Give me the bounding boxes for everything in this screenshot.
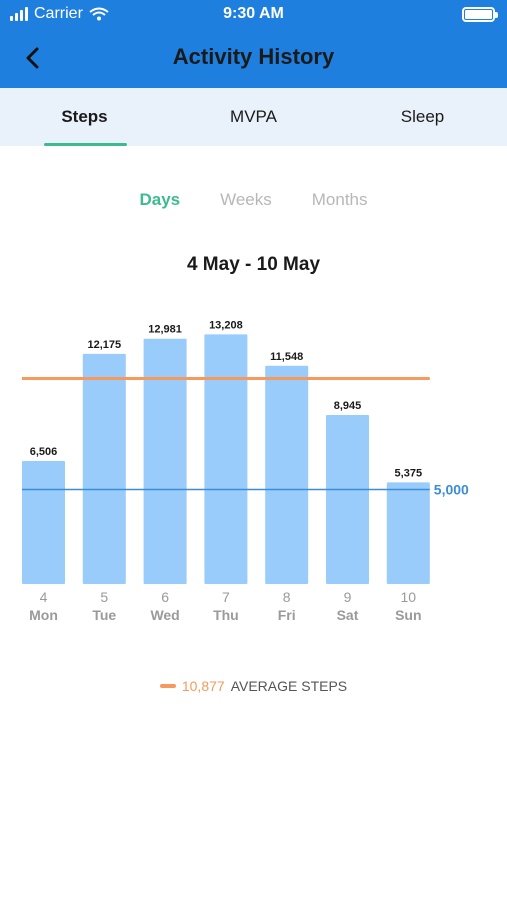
bar-value-label: 6,506 — [30, 446, 58, 458]
x-tick-day-number: 7 — [222, 589, 230, 605]
x-tick-day-name: Sat — [337, 607, 359, 623]
bar-value-label: 5,375 — [395, 467, 423, 479]
goal-line-label: 5,000 — [434, 482, 469, 498]
average-swatch — [159, 684, 176, 688]
steps-bar-chart: 6,506 4 Mon 12,175 5 Tue 12,981 6 Wed 13,208 7 Thu 1… — [22, 319, 469, 623]
bar-value-label: 12,175 — [87, 339, 121, 351]
page-title: Activity History — [172, 44, 335, 69]
bar-thu — [204, 334, 248, 584]
bar-sat — [326, 414, 369, 584]
x-tick-day-name: Wed — [150, 607, 179, 623]
x-tick-day-number: 9 — [344, 589, 352, 605]
average-value: 10,877 — [181, 678, 225, 694]
app-header: Carrier 9:30 AM Activity History — [0, 0, 507, 88]
x-tick-day-name: Fri — [278, 607, 296, 623]
status-bar: Carrier 9:30 AM — [0, 0, 507, 28]
x-tick-day-number: 4 — [40, 589, 48, 605]
bar-wed — [143, 338, 187, 584]
bar-value-label: 11,548 — [270, 351, 303, 363]
x-tick-day-number: 5 — [100, 589, 108, 605]
range-weeks[interactable]: Weeks — [220, 190, 272, 210]
bar-mon — [22, 461, 65, 584]
bar-value-label: 8,945 — [334, 400, 362, 412]
average-label: AVERAGE STEPS — [230, 678, 348, 694]
range-months[interactable]: Months — [312, 190, 368, 210]
tab-steps[interactable]: Steps — [0, 88, 169, 146]
bar-value-label: 13,208 — [209, 319, 243, 331]
average-legend: 10,877 AVERAGE STEPS — [0, 678, 507, 694]
tab-mvpa[interactable]: MVPA — [169, 88, 338, 146]
bar-value-label: 12,981 — [148, 324, 182, 336]
date-range-label: 4 May - 10 May — [186, 254, 321, 275]
bar-tue — [82, 353, 126, 584]
battery-icon — [462, 7, 498, 22]
x-tick-day-name: Thu — [213, 607, 239, 623]
bar-fri — [265, 365, 309, 584]
x-tick-day-number: 10 — [401, 589, 417, 605]
range-days[interactable]: Days — [139, 190, 180, 210]
bar-sun — [386, 482, 430, 584]
metric-tabs: Steps MVPA Sleep — [0, 88, 507, 146]
range-selector: Days Weeks Months — [0, 190, 507, 210]
x-tick-day-name: Mon — [29, 607, 58, 623]
status-time: 9:30 AM — [223, 5, 284, 22]
x-tick-day-number: 6 — [161, 589, 169, 605]
tab-sleep[interactable]: Sleep — [338, 88, 507, 146]
x-tick-day-name: Sun — [395, 607, 421, 623]
x-tick-day-name: Tue — [92, 607, 116, 623]
x-tick-day-number: 8 — [283, 589, 291, 605]
